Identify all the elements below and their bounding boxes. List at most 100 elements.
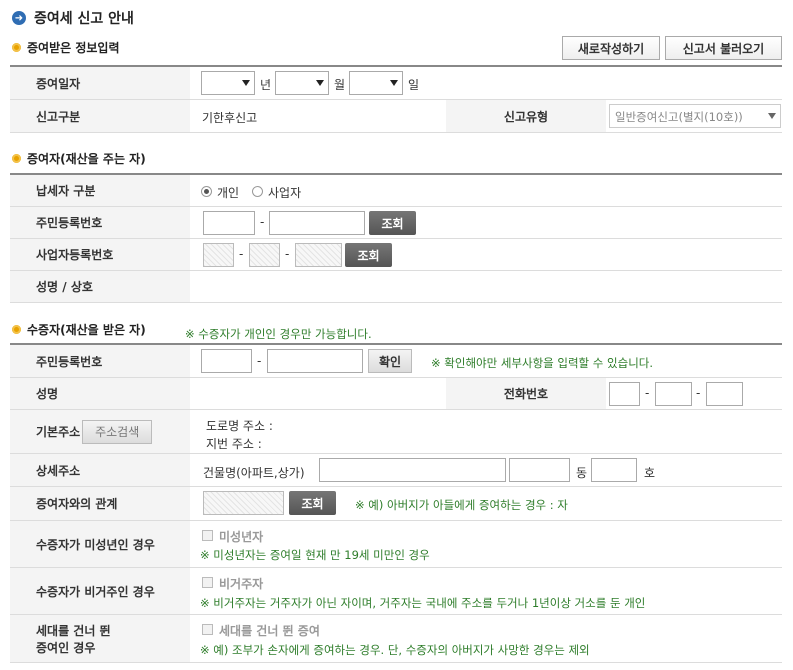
bullet-icon: [12, 43, 21, 52]
address-row: 기본주소 주소검색 도로명 주소 : 지번 주소 :: [10, 410, 782, 454]
year-select[interactable]: [201, 71, 255, 95]
relation-lookup-button[interactable]: 조회: [289, 491, 336, 515]
page-title: ➜ 증여세 신고 안내: [12, 8, 134, 28]
section-donor-title: 증여자(재산을 주는 자): [12, 150, 146, 167]
radio-individual[interactable]: [201, 186, 212, 197]
month-select[interactable]: [275, 71, 329, 95]
relation-row: 증여자와의 관계 조회 ※ 예) 아버지가 아들에게 증여하는 경우 : 자: [10, 487, 782, 521]
report-type-value: 기한후신고: [202, 111, 258, 125]
skip-generation-checkbox-label: 세대를 건너 뛴 증여: [219, 624, 320, 638]
ho-input[interactable]: [591, 458, 637, 482]
year-unit: 년: [260, 78, 272, 92]
donor-business-lookup-button[interactable]: 조회: [345, 243, 392, 267]
skip-label-line1: 세대를 건너 뛴: [36, 623, 111, 638]
page-title-text: 증여세 신고 안내: [34, 11, 134, 27]
donee-resident-label: 주민등록번호: [10, 345, 190, 377]
load-return-button[interactable]: 신고서 불러오기: [665, 36, 782, 60]
report-kind-value: 일반증여신고(별지(10호)): [615, 110, 743, 124]
chevron-down-icon: [316, 80, 324, 86]
month-unit: 월: [334, 78, 346, 92]
nonresident-checkbox[interactable]: [202, 577, 213, 588]
radio-individual-label: 개인: [217, 186, 240, 200]
relation-input[interactable]: [203, 491, 284, 515]
taxpayer-type-row: 납세자 구분 개인 사업자: [10, 175, 782, 207]
phone-part2-input[interactable]: [655, 382, 692, 406]
minor-checkbox[interactable]: [202, 530, 213, 541]
minor-checkbox-label: 미성년자: [219, 530, 264, 544]
skip-generation-checkbox[interactable]: [202, 624, 213, 635]
road-address-label: 도로명 주소 :: [206, 419, 273, 433]
donee-name-row: 성명 전화번호 - -: [10, 378, 782, 410]
address-label: 기본주소: [36, 425, 81, 439]
address-label-cell: 기본주소 주소검색: [10, 410, 190, 453]
business-no-part3-input[interactable]: [295, 243, 342, 267]
donor-business-label: 사업자등록번호: [10, 239, 190, 270]
dong-input[interactable]: [509, 458, 570, 482]
bullet-icon: [12, 154, 21, 163]
donor-resident-lookup-button[interactable]: 조회: [369, 211, 416, 235]
donee-name-label: 성명: [10, 378, 190, 409]
donor-business-row: 사업자등록번호 - - 조회: [10, 239, 782, 271]
chevron-down-icon: [768, 113, 776, 119]
ho-unit: 호: [644, 466, 656, 480]
section-title-text: 증여받은 정보입력: [27, 41, 120, 55]
skip-label-line2: 증여인 경우: [36, 640, 96, 655]
donee-resident-row: 주민등록번호 - 확인 ※ 확인해야만 세부사항을 입력할 수 있습니다.: [10, 345, 782, 378]
relation-notice: ※ 예) 아버지가 아들에게 증여하는 경우 : 자: [355, 498, 568, 512]
relation-label: 증여자와의 관계: [10, 487, 190, 520]
dash: -: [260, 215, 265, 229]
arrow-right-circle-icon: ➜: [12, 11, 26, 25]
donor-name-row: 성명 / 상호: [10, 271, 782, 303]
minor-row: 수증자가 미성년인 경우 미성년자 ※ 미성년자는 증여일 현재 만 19세 미…: [10, 521, 782, 568]
detail-address-label: 상세주소: [10, 454, 190, 486]
bullet-icon: [12, 325, 21, 334]
donor-resident-front-input[interactable]: [203, 211, 255, 235]
minor-notice: ※ 미성년자는 증여일 현재 만 19세 미만인 경우: [200, 548, 430, 562]
business-no-part2-input[interactable]: [249, 243, 280, 267]
section-title-text: 증여자(재산을 주는 자): [27, 152, 146, 166]
donor-table: 납세자 구분 개인 사업자 주민등록번호 - 조회 사업자등록번호 - - 조회…: [10, 173, 782, 303]
skip-generation-row: 세대를 건너 뛴 증여인 경우 세대를 건너 뛴 증여 ※ 예) 조부가 손자에…: [10, 615, 782, 663]
section-donee-title: 수증자(재산을 받은 자): [12, 321, 146, 338]
new-write-button[interactable]: 새로작성하기: [562, 36, 660, 60]
section-title-text: 수증자(재산을 받은 자): [27, 323, 146, 337]
report-kind-select[interactable]: 일반증여신고(별지(10호)): [609, 104, 781, 128]
minor-label: 수증자가 미성년인 경우: [10, 521, 190, 567]
skip-generation-label: 세대를 건너 뛴 증여인 경우: [10, 615, 190, 662]
confirm-notice: ※ 확인해야만 세부사항을 입력할 수 있습니다.: [431, 356, 654, 370]
chevron-down-icon: [390, 80, 398, 86]
detail-address-row: 상세주소 건물명(아파트,상가) 동 호: [10, 454, 782, 487]
donee-notice: ※ 수증자가 개인인 경우만 가능합니다.: [185, 327, 372, 341]
phone-part1-input[interactable]: [609, 382, 640, 406]
gift-date-row: 증여일자 년 월 일: [10, 67, 782, 100]
radio-business[interactable]: [252, 186, 263, 197]
report-type-label: 신고구분: [10, 100, 190, 132]
donee-resident-back-input[interactable]: [267, 349, 363, 373]
donee-confirm-button[interactable]: 확인: [368, 349, 412, 373]
gift-date-label: 증여일자: [10, 67, 190, 99]
building-name-label: 건물명(아파트,상가): [203, 466, 305, 480]
dash: -: [285, 247, 290, 261]
nonresident-checkbox-label: 비거주자: [219, 577, 264, 591]
donor-resident-back-input[interactable]: [269, 211, 365, 235]
nonresident-notice: ※ 비거주자는 거주자가 아닌 자이며, 거주자는 국내에 주소를 두거나 1년…: [200, 596, 646, 610]
donor-resident-label: 주민등록번호: [10, 207, 190, 238]
donor-resident-row: 주민등록번호 - 조회: [10, 207, 782, 239]
address-search-button[interactable]: 주소검색: [82, 419, 153, 444]
building-name-input[interactable]: [319, 458, 506, 482]
dash: -: [239, 247, 244, 261]
day-unit: 일: [408, 78, 420, 92]
phone-label: 전화번호: [446, 378, 606, 409]
dash: -: [696, 386, 701, 400]
chevron-down-icon: [242, 80, 250, 86]
business-no-part1-input[interactable]: [203, 243, 234, 267]
taxpayer-type-label: 납세자 구분: [10, 175, 190, 206]
phone-part3-input[interactable]: [706, 382, 743, 406]
radio-business-label: 사업자: [268, 186, 302, 200]
donor-name-label: 성명 / 상호: [10, 271, 190, 302]
report-type-row: 신고구분 기한후신고 신고유형 일반증여신고(별지(10호)): [10, 100, 782, 133]
day-select[interactable]: [349, 71, 403, 95]
skip-generation-notice: ※ 예) 조부가 손자에게 증여하는 경우. 단, 수증자의 아버지가 사망한 …: [200, 643, 590, 657]
nonresident-label: 수증자가 비거주인 경우: [10, 568, 190, 614]
donee-resident-front-input[interactable]: [201, 349, 252, 373]
